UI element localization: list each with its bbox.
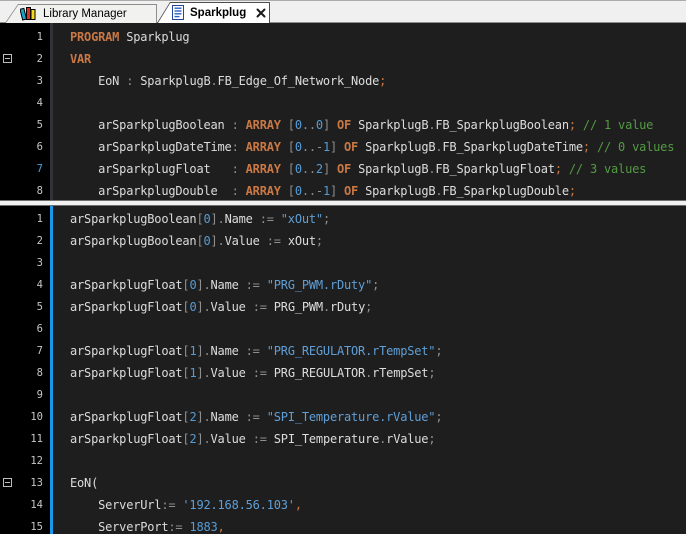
fold-slot xyxy=(0,384,16,406)
code-line[interactable] xyxy=(70,92,686,114)
code-line[interactable] xyxy=(70,450,686,472)
fold-slot xyxy=(0,48,16,70)
line-number: 4 xyxy=(16,92,50,114)
line-number: 12 xyxy=(16,450,50,472)
ide-window: Library Manager Sparkplug xyxy=(0,0,686,534)
code-line[interactable]: PROGRAM Sparkplug xyxy=(70,26,686,48)
code-line[interactable]: arSparkplugBoolean : ARRAY [0..0] OF Spa… xyxy=(70,114,686,136)
fold-slot xyxy=(0,494,16,516)
code-line[interactable]: EoN( xyxy=(70,472,686,494)
tab-library-manager[interactable]: Library Manager xyxy=(5,4,157,23)
line-number: 7 xyxy=(16,158,50,180)
fold-slot xyxy=(0,114,16,136)
code-line[interactable] xyxy=(70,318,686,340)
fold-slot xyxy=(0,296,16,318)
fold-slot xyxy=(0,274,16,296)
line-number: 1 xyxy=(16,26,50,48)
line-number-gutter: 123456789101112131415 xyxy=(16,206,50,534)
fold-slot xyxy=(0,428,16,450)
line-number: 1 xyxy=(16,208,50,230)
code-line[interactable]: VAR xyxy=(70,48,686,70)
line-number: 6 xyxy=(16,318,50,340)
line-number: 8 xyxy=(16,362,50,384)
code-line[interactable] xyxy=(70,384,686,406)
line-number: 5 xyxy=(16,114,50,136)
code-line[interactable]: arSparkplugFloat[1].Value := PRG_REGULAT… xyxy=(70,362,686,384)
fold-slot xyxy=(0,252,16,274)
line-number: 8 xyxy=(16,180,50,200)
fold-slot xyxy=(0,230,16,252)
tab-label-library-manager: Library Manager xyxy=(43,8,127,20)
fold-slot xyxy=(0,208,16,230)
line-number-gutter: 12345678 xyxy=(16,23,50,200)
code-line[interactable]: ServerPort:= 1883, xyxy=(70,516,686,534)
code-line[interactable]: arSparkplugFloat[2].Value := SPI_Tempera… xyxy=(70,428,686,450)
tab-label-sparkplug: Sparkplug xyxy=(190,7,246,19)
code-line[interactable]: EoN : SparkplugB.FB_Edge_Of_Network_Node… xyxy=(70,70,686,92)
implementation-pane[interactable]: 123456789101112131415 arSparkplugBoolean… xyxy=(0,206,686,534)
line-number: 15 xyxy=(16,516,50,534)
declaration-code[interactable]: PROGRAM SparkplugVAR EoN : SparkplugB.FB… xyxy=(53,23,686,200)
fold-collapse-icon[interactable] xyxy=(3,478,12,487)
line-number: 7 xyxy=(16,340,50,362)
code-line[interactable]: ServerUrl:= '192.168.56.103', xyxy=(70,494,686,516)
code-line[interactable] xyxy=(70,252,686,274)
code-line[interactable]: arSparkplugBoolean[0].Value := xOut; xyxy=(70,230,686,252)
library-books-icon xyxy=(20,6,37,21)
st-editor: 12345678 PROGRAM SparkplugVAR EoN : Spar… xyxy=(0,23,686,534)
fold-slot xyxy=(0,92,16,114)
fold-slot xyxy=(0,158,16,180)
document-tabbar: Library Manager Sparkplug xyxy=(0,0,686,23)
line-number: 3 xyxy=(16,252,50,274)
declaration-pane[interactable]: 12345678 PROGRAM SparkplugVAR EoN : Spar… xyxy=(0,23,686,200)
code-line[interactable]: arSparkplugFloat[2].Name := "SPI_Tempera… xyxy=(70,406,686,428)
code-line[interactable]: arSparkplugFloat[1].Name := "PRG_REGULAT… xyxy=(70,340,686,362)
close-x-icon[interactable] xyxy=(256,8,266,18)
fold-slot xyxy=(0,340,16,362)
line-number: 9 xyxy=(16,384,50,406)
fold-slot xyxy=(0,406,16,428)
tab-sparkplug[interactable]: Sparkplug xyxy=(157,2,270,23)
fold-slot xyxy=(0,362,16,384)
fold-slot xyxy=(0,318,16,340)
code-line[interactable]: arSparkplugFloat[0].Value := PRG_PWM.rDu… xyxy=(70,296,686,318)
line-number: 14 xyxy=(16,494,50,516)
line-number: 5 xyxy=(16,296,50,318)
fold-margin xyxy=(0,23,16,200)
code-line[interactable]: arSparkplugFloat : ARRAY [0..2] OF Spark… xyxy=(70,158,686,180)
fold-slot xyxy=(0,70,16,92)
line-number: 2 xyxy=(16,48,50,70)
fold-slot xyxy=(0,180,16,200)
fold-collapse-icon[interactable] xyxy=(3,54,12,63)
code-line[interactable]: arSparkplugBoolean[0].Name := "xOut"; xyxy=(70,208,686,230)
line-number: 11 xyxy=(16,428,50,450)
line-number: 10 xyxy=(16,406,50,428)
code-line[interactable]: arSparkplugFloat[0].Name := "PRG_PWM.rDu… xyxy=(70,274,686,296)
fold-slot xyxy=(0,450,16,472)
fold-slot xyxy=(0,516,16,534)
line-number: 2 xyxy=(16,230,50,252)
fold-margin xyxy=(0,206,16,534)
fold-slot xyxy=(0,26,16,48)
line-number: 3 xyxy=(16,70,50,92)
line-number: 6 xyxy=(16,136,50,158)
line-number: 13 xyxy=(16,472,50,494)
fold-slot xyxy=(0,472,16,494)
code-line[interactable]: arSparkplugDouble : ARRAY [0..-1] OF Spa… xyxy=(70,180,686,200)
fold-slot xyxy=(0,136,16,158)
line-number: 4 xyxy=(16,274,50,296)
st-document-icon xyxy=(172,5,184,20)
implementation-code[interactable]: arSparkplugBoolean[0].Name := "xOut";arS… xyxy=(53,206,686,534)
code-line[interactable]: arSparkplugDateTime: ARRAY [0..-1] OF Sp… xyxy=(70,136,686,158)
